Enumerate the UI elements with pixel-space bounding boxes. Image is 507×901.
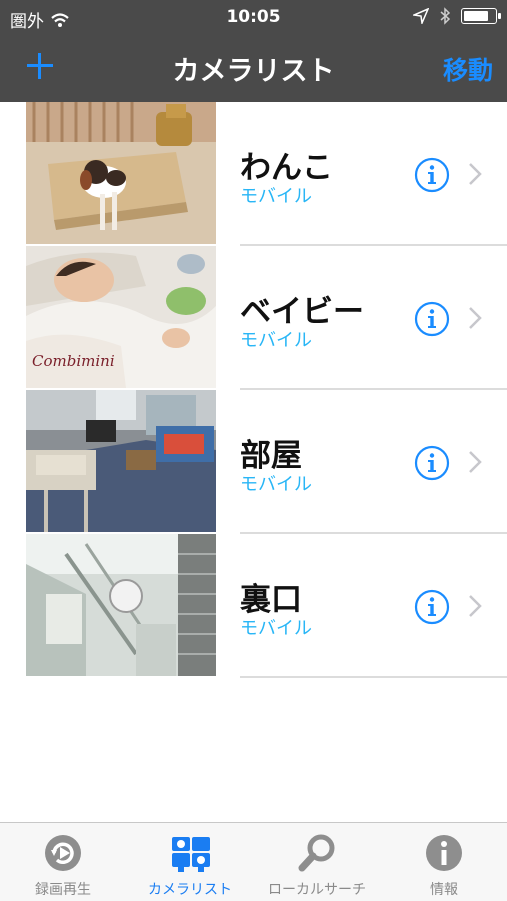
- info-icon: [426, 835, 462, 871]
- camera-row[interactable]: 部屋 モバイル: [0, 390, 507, 534]
- camera-type: モバイル: [240, 618, 312, 639]
- info-icon[interactable]: [414, 301, 450, 337]
- tab-label: ローカルサーチ: [268, 882, 366, 898]
- page-title: カメラリスト: [172, 56, 335, 87]
- search-icon: [298, 834, 335, 872]
- chevron-right-icon: [469, 307, 482, 329]
- camera-type: モバイル: [240, 186, 312, 207]
- camera-thumbnail[interactable]: Combimini: [26, 246, 216, 388]
- status-right: [413, 7, 501, 25]
- tab-local-search[interactable]: ローカルサーチ: [254, 823, 380, 901]
- tab-camera-list[interactable]: カメラリスト: [127, 823, 253, 901]
- combi-mini-logo: Combimini: [32, 352, 115, 370]
- camera-thumbnail[interactable]: [26, 390, 216, 532]
- camera-row[interactable]: Combimini ベイビー モバイル: [0, 246, 507, 390]
- info-icon[interactable]: [414, 589, 450, 625]
- row-separator: [240, 676, 507, 678]
- info-icon[interactable]: [414, 157, 450, 193]
- bluetooth-icon: [440, 7, 451, 25]
- location-arrow-icon: [413, 8, 429, 24]
- camera-name: わんこ: [240, 150, 333, 186]
- camera-thumbnail[interactable]: [26, 534, 216, 676]
- info-icon[interactable]: [414, 445, 450, 481]
- camera-name: ベイビー: [240, 294, 364, 330]
- camera-list: わんこ モバイル Combimini ベイビー モバイル 部屋 モバイル 裏口 …: [0, 102, 507, 678]
- camera-name: 部屋: [240, 438, 302, 474]
- battery-icon: [461, 8, 501, 24]
- tab-bar: 録画再生 カメラリスト ローカルサーチ 情報: [0, 822, 507, 901]
- playback-icon: [45, 835, 81, 871]
- chevron-right-icon: [469, 595, 482, 617]
- camera-list-icon: [172, 837, 210, 872]
- tab-label: 情報: [430, 882, 458, 898]
- status-bar: 圏外 10:05: [0, 0, 507, 34]
- camera-row[interactable]: わんこ モバイル: [0, 102, 507, 246]
- camera-thumbnail[interactable]: [26, 102, 216, 244]
- camera-row[interactable]: 裏口 モバイル: [0, 534, 507, 678]
- tab-playback[interactable]: 録画再生: [0, 823, 126, 901]
- tab-label: カメラリスト: [148, 882, 232, 898]
- camera-name: 裏口: [240, 582, 302, 618]
- tab-label: 録画再生: [35, 882, 91, 898]
- chevron-right-icon: [469, 451, 482, 473]
- camera-type: モバイル: [240, 474, 312, 495]
- navigation-bar: カメラリスト 移動: [0, 34, 507, 102]
- move-button[interactable]: 移動: [443, 51, 493, 87]
- camera-type: モバイル: [240, 330, 312, 351]
- tab-info[interactable]: 情報: [381, 823, 507, 901]
- chevron-right-icon: [469, 163, 482, 185]
